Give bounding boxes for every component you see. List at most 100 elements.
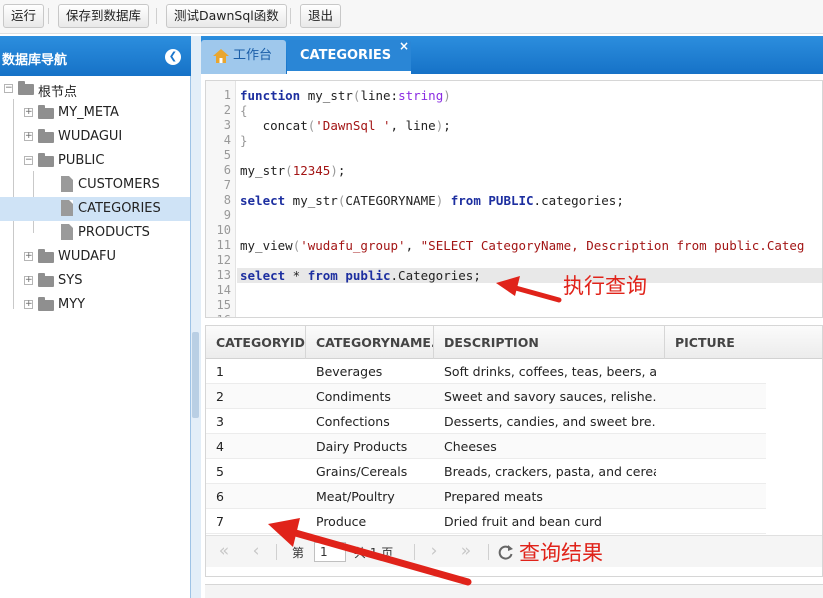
tree-node-label: WUDAGUI (58, 129, 123, 144)
next-page-icon[interactable]: › (422, 541, 446, 563)
exit-button[interactable]: 退出 (300, 4, 342, 28)
tree-node-myy[interactable]: + MYY (0, 293, 190, 317)
grid-header: CATEGORYID.. CATEGORYNAME.. DESCRIPTION … (206, 326, 822, 359)
cell-categoryid: 3 (216, 414, 224, 429)
toolbar: 运行 保存到数据库 测试DawnSql函数 退出 (0, 0, 823, 34)
tree-node-wudafu[interactable]: + WUDAFU (0, 245, 190, 269)
sql-code-editor[interactable]: 1 2 3 4 5 6 7 8 9 10 11 12 13 14 15 16 f… (205, 80, 823, 318)
line-number: 1 (223, 88, 231, 102)
cell-description: Dried fruit and bean curd (444, 514, 602, 529)
cell-categoryid: 6 (216, 489, 224, 504)
expand-toggle-icon[interactable]: + (24, 276, 33, 285)
folder-icon (38, 249, 54, 263)
splitter-handle[interactable] (192, 332, 199, 418)
run-button[interactable]: 运行 (3, 4, 45, 28)
page-number-input[interactable]: 1 (314, 542, 346, 562)
line-number-gutter: 1 2 3 4 5 6 7 8 9 10 11 12 13 14 15 16 (206, 81, 236, 317)
cell-picture (666, 509, 822, 534)
tab-categories[interactable]: CATEGORIES × (287, 39, 411, 74)
cell-categoryid: 5 (216, 464, 224, 479)
collapse-left-icon[interactable]: ❮ (165, 49, 181, 65)
cell-categoryname: Grains/Cereals (316, 464, 408, 479)
tree-node-my-meta[interactable]: + MY_META (0, 101, 190, 125)
table-row[interactable]: 2 Condiments Sweet and savory sauces, re… (206, 384, 766, 409)
column-header-categoryid[interactable]: CATEGORYID.. (206, 326, 306, 359)
table-row[interactable]: 5 Grains/Cereals Breads, crackers, pasta… (206, 459, 766, 484)
cell-categoryname: Meat/Poultry (316, 489, 395, 504)
database-navigator: 数据库导航 ❮ − 根节点 + MY_META + WUDAGUI − PUBL… (0, 36, 191, 598)
code-line: } (240, 133, 248, 148)
cell-description: Desserts, candies, and sweet bre… (444, 414, 656, 429)
folder-icon (38, 273, 54, 287)
expand-toggle-icon[interactable]: + (24, 300, 33, 309)
cell-categoryname: Dairy Products (316, 439, 408, 454)
save-to-database-button[interactable]: 保存到数据库 (58, 4, 150, 28)
tab-workbench[interactable]: 工作台 (201, 40, 286, 74)
line-number: 7 (223, 178, 231, 192)
test-dawnsql-function-button[interactable]: 测试DawnSql函数 (166, 4, 287, 28)
navigator-header: 数据库导航 ❮ (0, 36, 191, 76)
line-number: 10 (216, 223, 231, 237)
code-line-highlighted: select * from public.Categories; (237, 268, 822, 283)
column-header-picture[interactable]: PICTURE (665, 326, 822, 359)
cell-categoryid: 7 (216, 514, 224, 529)
line-number: 13 (216, 268, 231, 282)
last-page-icon[interactable]: » (454, 541, 478, 563)
cell-categoryid: 2 (216, 389, 224, 404)
cell-picture (666, 409, 822, 434)
cell-categoryid: 1 (216, 364, 224, 379)
cell-description: Prepared meats (444, 489, 543, 504)
main-panel: 工作台 CATEGORIES × 1 2 3 4 5 6 7 8 9 10 11… (201, 36, 823, 598)
tree-node-label: 根节点 (38, 85, 78, 100)
table-row[interactable]: 4 Dairy Products Cheeses (206, 434, 766, 459)
table-row[interactable]: 7 Produce Dried fruit and bean curd (206, 509, 766, 534)
tree-node-categories[interactable]: CATEGORIES (0, 197, 190, 221)
execute-query-annotation: 执行查询 (563, 274, 647, 298)
line-number: 2 (223, 103, 231, 117)
line-number: 15 (216, 298, 231, 312)
editor-status-strip (205, 584, 823, 598)
expand-toggle-icon[interactable]: + (24, 252, 33, 261)
table-row[interactable]: 3 Confections Desserts, candies, and swe… (206, 409, 766, 434)
table-row[interactable]: 1 Beverages Soft drinks, coffees, teas, … (206, 359, 766, 384)
expand-toggle-icon[interactable]: + (24, 132, 33, 141)
cell-categoryname: Beverages (316, 364, 383, 379)
line-number: 9 (223, 208, 231, 222)
line-number: 11 (216, 238, 231, 252)
folder-icon (38, 105, 54, 119)
total-pages-label: 共 1 页 (354, 546, 394, 560)
tree-node-label: MYY (58, 297, 86, 312)
tree-node-products[interactable]: PRODUCTS (0, 221, 190, 245)
cell-description: Breads, crackers, pasta, and cereal (444, 464, 656, 479)
cell-picture (666, 434, 822, 459)
query-result-grid: CATEGORYID.. CATEGORYNAME.. DESCRIPTION … (205, 325, 823, 577)
pager-separator (488, 544, 489, 560)
folder-icon (38, 297, 54, 311)
collapse-toggle-icon[interactable]: − (4, 84, 13, 93)
navigator-title: 数据库导航 (2, 53, 68, 68)
table-row[interactable]: 6 Meat/Poultry Prepared meats (206, 484, 766, 509)
tree-node-customers[interactable]: CUSTOMERS (0, 173, 190, 197)
previous-page-icon[interactable]: ‹ (244, 541, 268, 563)
tree-node-root[interactable]: − 根节点 (0, 77, 190, 101)
tree-node-sys[interactable]: + SYS (0, 269, 190, 293)
cell-description: Soft drinks, coffees, teas, beers, a… (444, 364, 656, 379)
cell-categoryname: Confections (316, 414, 390, 429)
tree-node-wudagui[interactable]: + WUDAGUI (0, 125, 190, 149)
panel-splitter[interactable] (191, 36, 201, 598)
line-number: 6 (223, 163, 231, 177)
first-page-icon[interactable]: « (212, 541, 236, 563)
toolbar-separator (156, 8, 157, 24)
folder-icon (38, 129, 54, 143)
line-number: 4 (223, 133, 231, 147)
line-number: 14 (216, 283, 231, 297)
tree-node-public[interactable]: − PUBLIC (0, 149, 190, 173)
expand-toggle-icon[interactable]: + (24, 108, 33, 117)
column-header-categoryname[interactable]: CATEGORYNAME.. (306, 326, 434, 359)
tree-node-label: SYS (58, 273, 83, 288)
line-number: 16 (206, 313, 231, 317)
column-header-description[interactable]: DESCRIPTION (434, 326, 665, 359)
collapse-toggle-icon[interactable]: − (24, 156, 33, 165)
refresh-icon[interactable] (497, 544, 514, 561)
close-icon[interactable]: × (399, 30, 409, 62)
